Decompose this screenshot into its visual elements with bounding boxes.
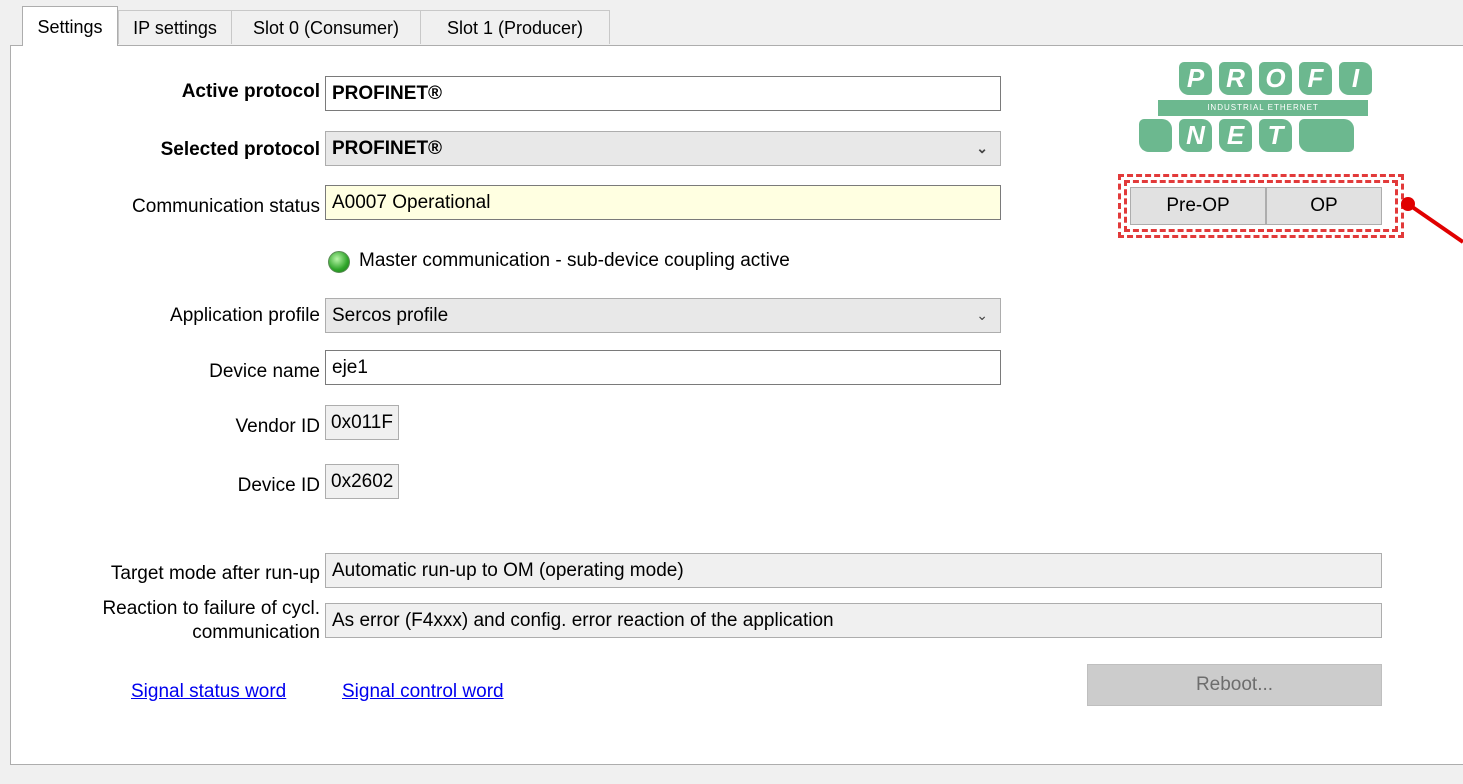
logo-letter: F — [1299, 62, 1332, 95]
profinet-logo: P R O F I INDUSTRIAL ETHERNET N E T — [1134, 62, 1394, 172]
selected-protocol-label: Selected protocol — [160, 139, 320, 160]
application-profile-value: Sercos profile — [332, 305, 449, 326]
target-mode-label: Target mode after run-up — [110, 563, 320, 584]
logo-tagline: INDUSTRIAL ETHERNET — [1207, 103, 1319, 112]
reaction-label-line2: communication — [192, 622, 320, 643]
reboot-button[interactable]: Reboot... — [1087, 664, 1382, 706]
communication-status-label: Communication status — [132, 196, 320, 217]
communication-status-field: A0007 Operational — [325, 185, 1001, 220]
selected-protocol-value: PROFINET® — [332, 138, 443, 159]
device-id-label: Device ID — [237, 475, 320, 496]
reaction-label-line1: Reaction to failure of cycl. — [102, 598, 320, 619]
target-mode-field: Automatic run-up to OM (operating mode) — [325, 553, 1382, 588]
logo-letter: P — [1179, 62, 1212, 95]
signal-status-word-link[interactable]: Signal status word — [131, 681, 286, 703]
device-name-input[interactable]: eje1 — [325, 350, 1001, 385]
signal-control-word-link[interactable]: Signal control word — [342, 681, 504, 703]
vendor-id-label: Vendor ID — [235, 416, 321, 437]
application-profile-label: Application profile — [170, 305, 320, 326]
chevron-down-icon: ⌄ — [976, 140, 988, 156]
tab-ip-settings[interactable]: IP settings — [118, 10, 232, 44]
active-protocol-label: Active protocol — [181, 81, 320, 102]
annotation-arrow-icon — [1401, 197, 1463, 244]
status-led-icon — [328, 251, 350, 273]
op-button[interactable]: OP — [1266, 187, 1382, 225]
pre-op-button[interactable]: Pre-OP — [1130, 187, 1266, 225]
reaction-label: Reaction to failure of cycl. communicati… — [102, 597, 320, 645]
device-id-field: 0x2602 — [325, 464, 400, 499]
tab-settings[interactable]: Settings — [22, 6, 118, 46]
master-communication-status: Master communication - sub-device coupli… — [359, 250, 790, 271]
selected-protocol-dropdown[interactable]: PROFINET® ⌄ — [325, 131, 1001, 166]
device-name-label: Device name — [209, 361, 320, 382]
application-profile-dropdown[interactable]: Sercos profile ⌄ — [325, 298, 1001, 333]
vendor-id-field: 0x011F — [325, 405, 399, 440]
reaction-field: As error (F4xxx) and config. error react… — [325, 603, 1382, 638]
logo-letter: T — [1259, 119, 1292, 152]
tab-slot-0-consumer[interactable]: Slot 0 (Consumer) — [231, 10, 421, 44]
logo-block — [1299, 119, 1354, 152]
logo-letter: O — [1259, 62, 1292, 95]
logo-letter: E — [1219, 119, 1252, 152]
tab-slot-1-producer[interactable]: Slot 1 (Producer) — [420, 10, 610, 44]
logo-block — [1139, 119, 1172, 152]
logo-bar: INDUSTRIAL ETHERNET — [1158, 100, 1368, 116]
active-protocol-field: PROFINET® — [325, 76, 1001, 111]
logo-letter: N — [1179, 119, 1212, 152]
chevron-down-icon: ⌄ — [976, 307, 988, 323]
tab-strip: Settings IP settings Slot 0 (Consumer) S… — [0, 0, 1463, 46]
logo-letter: I — [1339, 62, 1372, 95]
logo-letter: R — [1219, 62, 1252, 95]
